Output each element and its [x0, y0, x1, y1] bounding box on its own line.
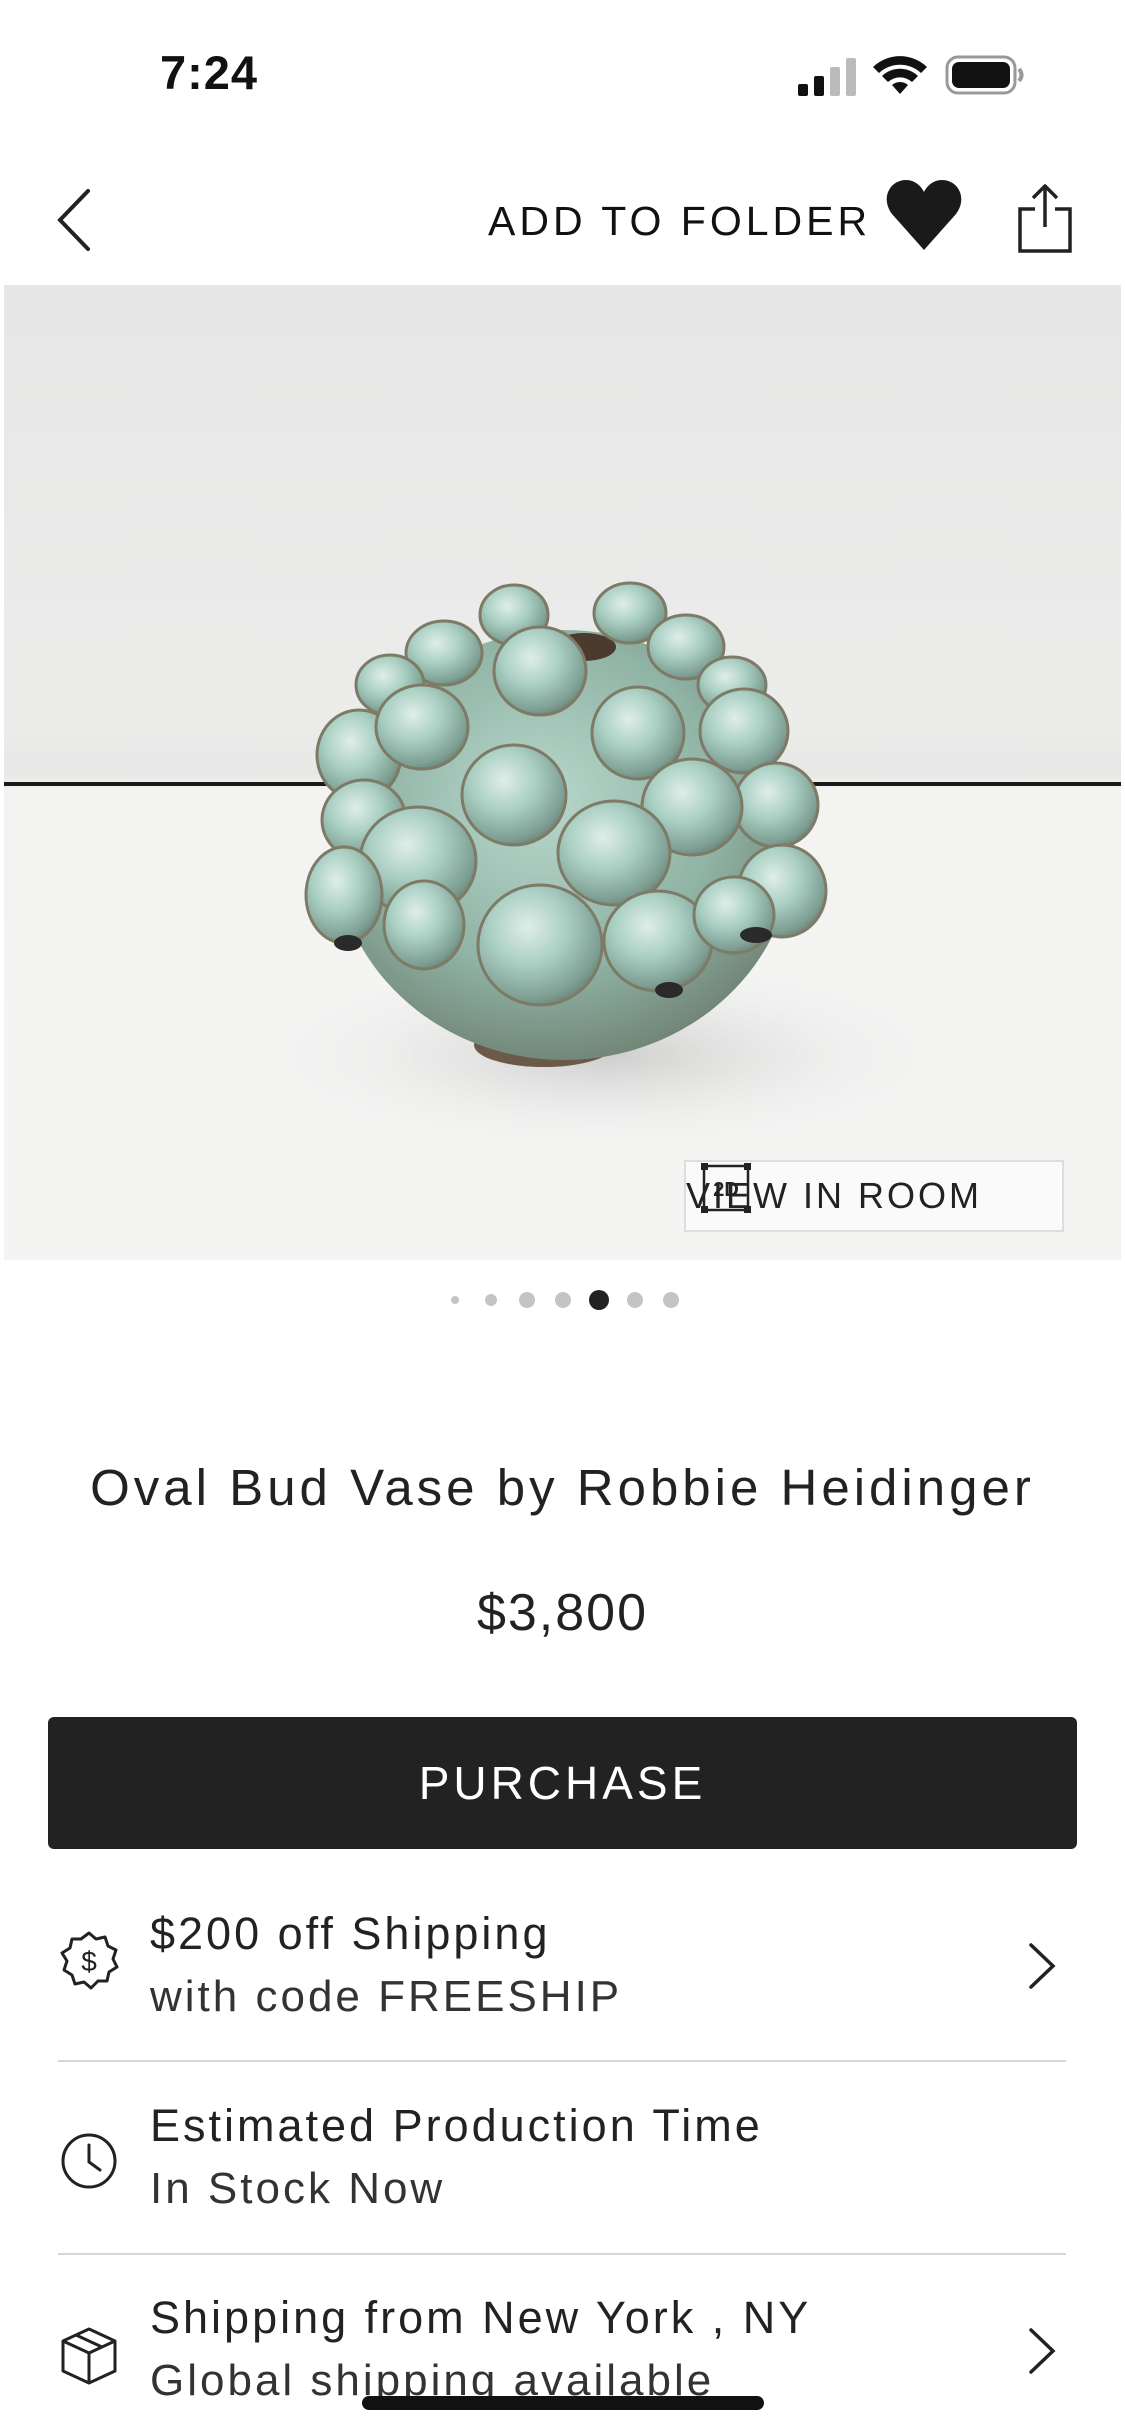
back-chevron-icon[interactable]: [50, 185, 100, 255]
cellular-signal-icon: [798, 58, 856, 96]
carousel-dot[interactable]: [519, 1292, 535, 1308]
chevron-right-icon[interactable]: [1025, 2326, 1059, 2376]
status-time: 7:24: [160, 46, 259, 99]
shipping-offer-title[interactable]: $200 off Shipping: [150, 1908, 550, 1960]
svg-text:$: $: [81, 1946, 97, 1977]
product-image[interactable]: 2D VIEW IN ROOM: [4, 285, 1121, 1260]
wifi-icon: [873, 56, 927, 94]
carousel-dot[interactable]: [627, 1292, 643, 1308]
purchase-button[interactable]: PURCHASE: [48, 1717, 1077, 1849]
product-title: Oval Bud Vase by Robbie Heidinger: [90, 1459, 1035, 1516]
chevron-right-icon[interactable]: [1025, 1941, 1059, 1991]
carousel-dot-active[interactable]: [589, 1290, 609, 1310]
production-time-status: In Stock Now: [150, 2164, 446, 2213]
shipping-offer-subtitle: with code FREESHIP: [150, 1972, 623, 2021]
home-indicator[interactable]: [362, 2396, 764, 2410]
2d-view-icon: 2D: [701, 1163, 751, 1213]
view-in-room-button[interactable]: 2D VIEW IN ROOM: [684, 1160, 1064, 1232]
2d-badge-text: 2D: [713, 1179, 739, 1201]
production-time-title: Estimated Production Time: [150, 2100, 763, 2151]
carousel-dot[interactable]: [555, 1292, 571, 1308]
shipping-origin-title[interactable]: Shipping from New York , NY: [150, 2292, 811, 2344]
product-price: $3,800: [476, 1584, 649, 1642]
battery-icon: [945, 55, 1024, 95]
carousel-dot[interactable]: [663, 1292, 679, 1308]
dollar-badge-icon: $: [60, 1931, 119, 1990]
row-divider: [58, 2060, 1066, 2062]
carousel-dot[interactable]: [485, 1294, 497, 1306]
row-divider: [58, 2253, 1066, 2255]
share-icon[interactable]: [1015, 183, 1075, 255]
carousel-dot[interactable]: [451, 1296, 459, 1304]
clock-icon: [61, 2133, 117, 2189]
add-to-folder-button[interactable]: ADD TO FOLDER: [488, 198, 871, 245]
carousel-pagination[interactable]: [446, 1288, 680, 1312]
box-icon: [61, 2327, 117, 2385]
heart-icon[interactable]: [884, 176, 964, 256]
vase-illustration: [244, 581, 964, 1155]
